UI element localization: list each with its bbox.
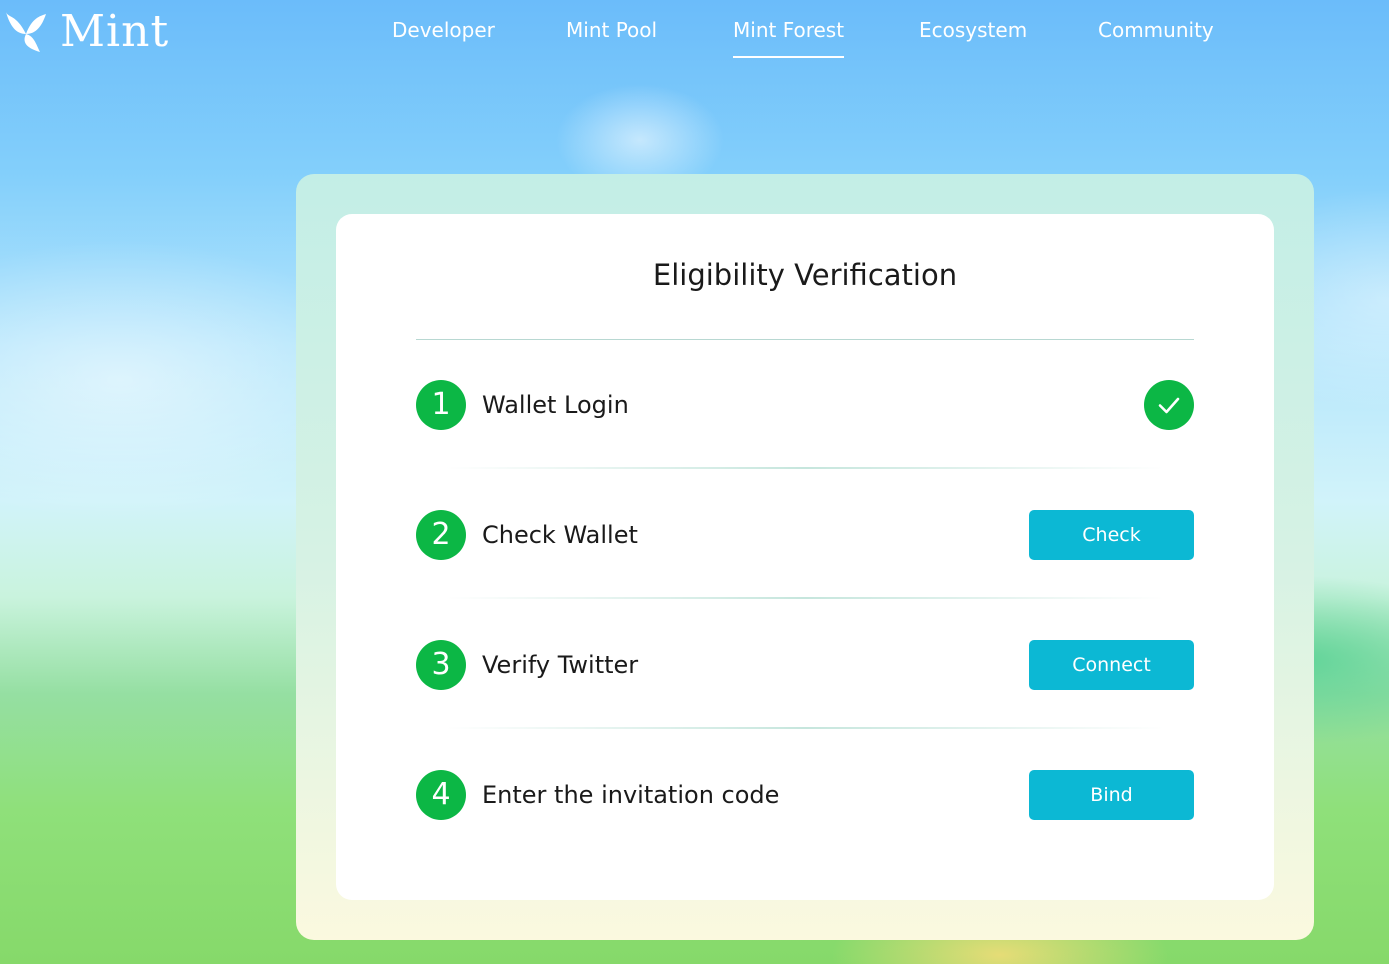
row-divider [446,597,1164,599]
step-number: 3 [416,640,466,690]
card-title: Eligibility Verification [652,258,958,292]
bind-invitation-button[interactable]: Bind [1029,770,1194,820]
step-number: 4 [416,770,466,820]
step-check-wallet: 2 Check Wallet Check [416,510,1194,560]
verification-panel: Eligibility Verification 1 Wallet Login … [296,174,1314,940]
step-number: 2 [416,510,466,560]
top-navigation: Developer Mint Pool Mint Forest Ecosyste… [0,18,1389,58]
nav-developer[interactable]: Developer [392,18,495,42]
step-wallet-login: 1 Wallet Login [416,380,1194,430]
nav-ecosystem[interactable]: Ecosystem [919,18,1027,42]
row-divider [446,727,1164,729]
nav-mint-pool[interactable]: Mint Pool [566,18,657,42]
step-number: 1 [416,380,466,430]
nav-mint-forest[interactable]: Mint Forest [733,18,845,58]
title-divider [416,339,1194,340]
check-wallet-button[interactable]: Check [1029,510,1194,560]
row-divider [446,467,1164,469]
checkmark-icon [1158,397,1180,414]
nav-community[interactable]: Community [1098,18,1214,42]
step-label: Check Wallet [482,521,638,549]
step-label: Verify Twitter [482,651,639,679]
step-invitation-code: 4 Enter the invitation code Bind [416,770,1194,820]
completed-badge [1144,380,1194,430]
step-verify-twitter: 3 Verify Twitter Connect [416,640,1194,690]
step-label: Enter the invitation code [482,781,780,809]
connect-twitter-button[interactable]: Connect [1029,640,1194,690]
step-label: Wallet Login [482,391,629,419]
verification-card: Eligibility Verification 1 Wallet Login … [336,214,1274,900]
